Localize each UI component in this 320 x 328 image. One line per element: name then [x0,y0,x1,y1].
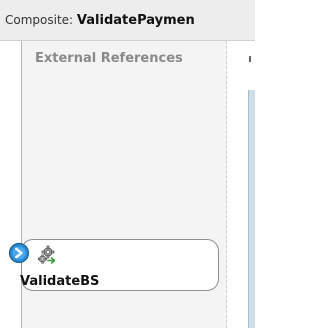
composite-title: Composite: ValidatePaymen [5,13,195,28]
chevron-right-icon[interactable] [8,242,30,264]
gear-service-icon [37,245,56,264]
external-references-title: External References [35,51,183,66]
components-area-marker [249,56,251,62]
component-label: ValidateBS [20,274,100,289]
canvas-scroll-strip[interactable] [248,90,255,328]
composite-header: Composite: ValidatePaymen [0,0,255,41]
composite-title-name: ValidatePaymen [76,13,195,28]
composite-title-prefix: Composite: [5,13,74,27]
